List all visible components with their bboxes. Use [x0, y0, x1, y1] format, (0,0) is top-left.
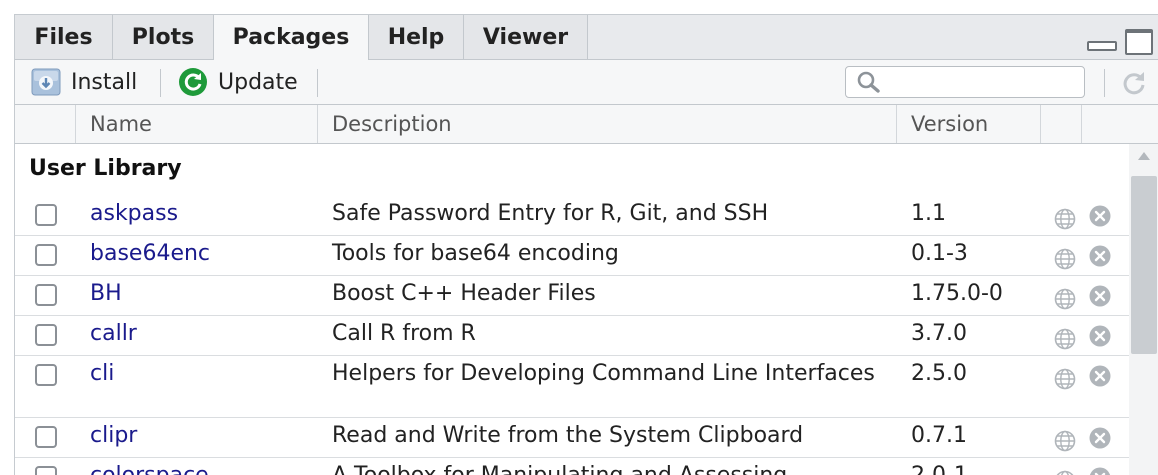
packages-table-header: Name Description Version — [15, 105, 1158, 144]
package-version: 1.1 — [911, 201, 946, 226]
tab-plots[interactable]: Plots — [113, 15, 214, 59]
window-controls — [1087, 29, 1153, 55]
tab-viewer[interactable]: Viewer — [464, 15, 588, 59]
maximize-pane-button[interactable] — [1125, 29, 1153, 55]
browse-column-header — [1041, 105, 1082, 143]
table-row: clipr Read and Write from the System Clip… — [15, 418, 1129, 458]
package-description: Helpers for Developing Command Line Inte… — [332, 360, 892, 388]
install-icon — [31, 68, 61, 96]
package-version: 2.0-1 — [911, 463, 968, 475]
install-button[interactable]: Install — [31, 67, 137, 97]
table-row: base64enc Tools for base64 encoding 0.1-3 — [15, 236, 1129, 276]
package-name-link[interactable]: cli — [90, 361, 114, 386]
package-name-link[interactable]: BH — [90, 281, 122, 306]
scroll-up-arrow-icon[interactable] — [1138, 152, 1150, 160]
package-description: Safe Password Entry for R, Git, and SSH — [332, 200, 892, 228]
name-header-label: Name — [90, 112, 152, 136]
tab-help-label: Help — [388, 25, 445, 50]
package-description: Boost C++ Header Files — [332, 280, 892, 308]
globe-icon[interactable] — [1054, 208, 1076, 230]
packages-table-body: User Library askpass Safe Password Entry … — [15, 144, 1129, 475]
table-row: colorspace A Toolbox for Manipulating and… — [15, 458, 1129, 475]
package-name-link[interactable]: base64enc — [90, 241, 210, 266]
tab-files[interactable]: Files — [15, 15, 113, 59]
update-button[interactable]: Update — [178, 67, 298, 97]
pane-tab-strip: Files Plots Packages Help Viewer — [15, 15, 1158, 60]
package-description: Tools for base64 encoding — [332, 240, 892, 268]
table-row: askpass Safe Password Entry for R, Git, a… — [15, 196, 1129, 236]
packages-pane: Files Plots Packages Help Viewer Install — [14, 14, 1158, 475]
package-version: 3.7.0 — [911, 321, 967, 346]
package-checkbox[interactable] — [35, 284, 57, 306]
tab-packages-label: Packages — [233, 25, 350, 50]
table-row: BH Boost C++ Header Files 1.75.0-0 — [15, 276, 1129, 316]
package-version: 1.75.0-0 — [911, 281, 1003, 306]
tab-plots-label: Plots — [132, 25, 194, 50]
search-input[interactable] — [886, 70, 1080, 96]
package-description: Read and Write from the System Clipboard — [332, 422, 892, 450]
tab-help[interactable]: Help — [369, 15, 464, 59]
package-version: 0.1-3 — [911, 241, 968, 266]
package-checkbox[interactable] — [35, 364, 57, 386]
refresh-icon[interactable] — [1119, 68, 1149, 102]
remove-package-icon[interactable] — [1089, 325, 1111, 347]
update-icon — [178, 67, 208, 97]
package-checkbox[interactable] — [35, 204, 57, 226]
package-checkbox[interactable] — [35, 244, 57, 266]
tab-files-label: Files — [34, 25, 92, 50]
toolbar-divider — [160, 69, 161, 97]
description-header-label: Description — [332, 112, 452, 136]
globe-icon[interactable] — [1054, 430, 1076, 452]
packages-toolbar: Install Update — [15, 60, 1158, 105]
minimize-pane-button[interactable] — [1087, 41, 1117, 51]
remove-package-icon[interactable] — [1089, 365, 1111, 387]
package-name-link[interactable]: askpass — [90, 201, 178, 226]
table-row: cli Helpers for Developing Command Line I… — [15, 356, 1129, 418]
tab-viewer-label: Viewer — [483, 25, 568, 50]
name-column-header[interactable]: Name — [76, 105, 318, 143]
package-description: Call R from R — [332, 320, 892, 348]
package-name-link[interactable]: colorspace — [90, 463, 209, 475]
select-column-header — [15, 105, 76, 143]
package-name-link[interactable]: callr — [90, 321, 137, 346]
remove-package-icon[interactable] — [1089, 245, 1111, 267]
version-column-header[interactable]: Version — [897, 105, 1041, 143]
tab-packages[interactable]: Packages — [214, 15, 369, 60]
package-version: 2.5.0 — [911, 361, 967, 386]
install-label: Install — [71, 70, 137, 95]
remove-package-icon[interactable] — [1089, 427, 1111, 449]
package-name-link[interactable]: clipr — [90, 423, 137, 448]
search-icon — [856, 71, 882, 97]
remove-package-icon[interactable] — [1089, 205, 1111, 227]
globe-icon[interactable] — [1054, 248, 1076, 270]
package-description: A Toolbox for Manipulating and Assessing — [332, 462, 892, 475]
toolbar-divider — [317, 69, 318, 97]
remove-package-icon[interactable] — [1089, 285, 1111, 307]
globe-icon[interactable] — [1054, 288, 1076, 310]
package-checkbox[interactable] — [35, 324, 57, 346]
package-search-box[interactable] — [845, 66, 1085, 98]
globe-icon[interactable] — [1054, 470, 1076, 475]
scrollbar-thumb[interactable] — [1131, 176, 1157, 354]
update-label: Update — [218, 70, 298, 95]
package-version: 0.7.1 — [911, 423, 967, 448]
globe-icon[interactable] — [1054, 368, 1076, 390]
table-row: callr Call R from R 3.7.0 — [15, 316, 1129, 356]
description-column-header[interactable]: Description — [318, 105, 897, 143]
vertical-scrollbar[interactable] — [1129, 144, 1158, 475]
globe-icon[interactable] — [1054, 328, 1076, 350]
toolbar-divider — [1104, 69, 1105, 97]
version-header-label: Version — [911, 112, 988, 136]
remove-column-header — [1082, 105, 1158, 143]
package-checkbox[interactable] — [35, 426, 57, 448]
library-section-heading: User Library — [29, 156, 182, 181]
